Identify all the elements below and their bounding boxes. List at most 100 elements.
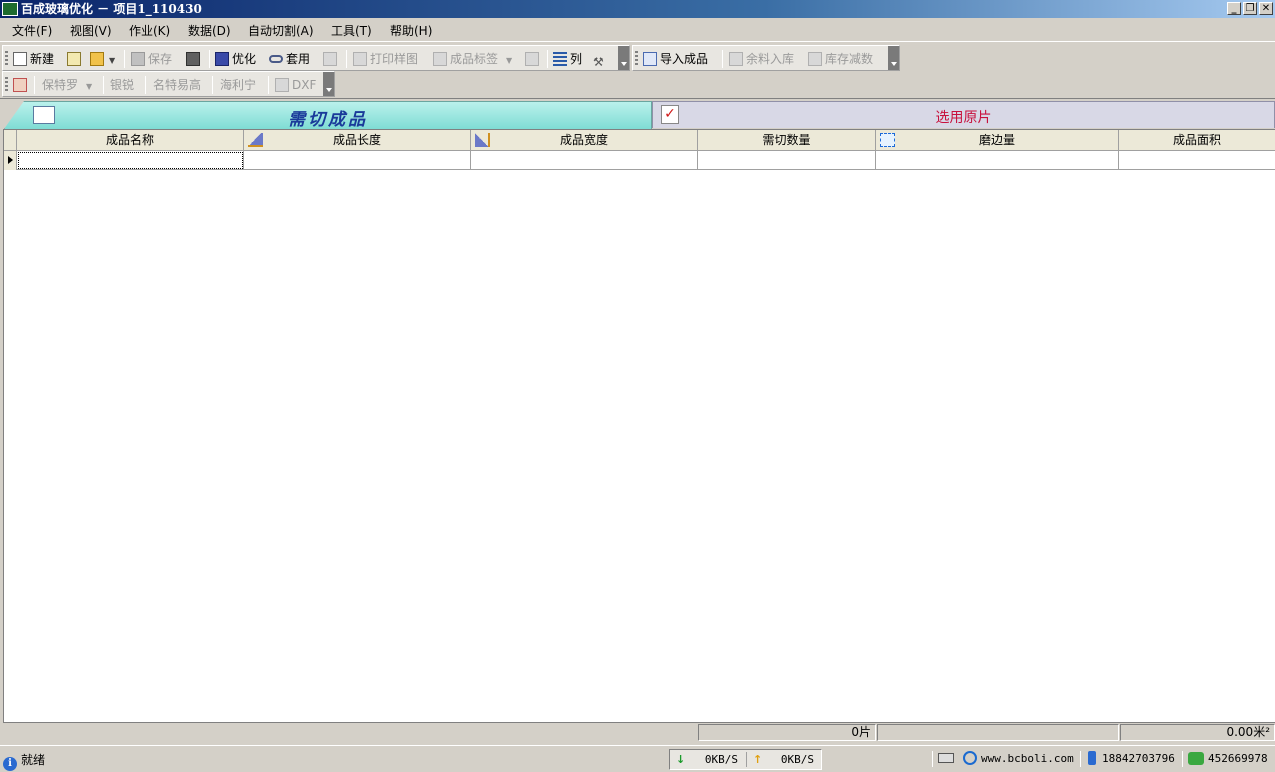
remnant-in-button[interactable]: 余料入库 xyxy=(729,50,794,68)
yinrui-button[interactable]: 银锐 xyxy=(110,76,134,94)
keyboard-status xyxy=(938,751,954,765)
network-speed: ↓ 0KB/S ↑ 0KB/S xyxy=(669,749,822,770)
save-icon xyxy=(131,52,145,66)
minimize-button[interactable]: _ xyxy=(1227,2,1241,15)
cell-quantity[interactable] xyxy=(698,151,876,170)
import-icon xyxy=(643,52,657,66)
menu-tools[interactable]: 工具(T) xyxy=(331,22,372,39)
save-all-button[interactable] xyxy=(186,50,203,68)
column-header-name[interactable]: 成品名称 xyxy=(17,130,244,151)
product-label-button[interactable]: 成品标签 ▼ xyxy=(433,50,512,68)
machine-icon xyxy=(13,78,27,92)
phone-number: 18842703796 xyxy=(1088,751,1175,765)
close-button[interactable]: ✕ xyxy=(1259,2,1273,15)
phone-icon xyxy=(1088,751,1096,765)
download-speed: ↓ 0KB/S xyxy=(676,753,738,766)
save-all-icon xyxy=(186,52,200,66)
total-area: 0.00米² xyxy=(1120,724,1275,741)
toolbar-grip[interactable] xyxy=(635,51,638,67)
menu-bar: 文件(F) 视图(V) 作业(K) 数据(D) 自动切割(A) 工具(T) 帮助… xyxy=(0,18,1275,42)
row-indicator[interactable] xyxy=(4,151,17,170)
edge-grinding-icon xyxy=(880,133,895,147)
menu-data[interactable]: 数据(D) xyxy=(188,22,231,39)
print-sample-button[interactable]: 打印样图 xyxy=(353,50,418,68)
column-header-edge[interactable]: 磨边量 xyxy=(876,130,1119,151)
menu-file[interactable]: 文件(F) xyxy=(12,22,52,39)
link-icon xyxy=(269,55,283,63)
cell-edge[interactable] xyxy=(876,151,1119,170)
column-header-width[interactable]: 成品宽度 xyxy=(471,130,698,151)
machine-button[interactable] xyxy=(13,76,30,94)
toolbar-grip[interactable] xyxy=(5,51,8,67)
title-bar: 百成玻璃优化 － 项目1_110430 _ ❐ ✕ xyxy=(0,0,1275,18)
tab-products-to-cut[interactable]: 需切成品 xyxy=(4,101,652,129)
columns-button[interactable]: 列 xyxy=(553,50,582,68)
menu-job[interactable]: 作业(K) xyxy=(129,22,170,39)
window-title: 百成玻璃优化 － 项目1_110430 xyxy=(21,2,202,16)
chevron-down-icon: ▼ xyxy=(109,56,116,65)
table-row[interactable] xyxy=(4,151,1275,170)
qq-number[interactable]: 452669978 xyxy=(1188,751,1268,765)
chevron-down-icon: ▼ xyxy=(86,82,93,91)
tab-strip: 需切成品 ✓ 选用原片 xyxy=(0,98,1275,129)
mingte-button[interactable]: 名特易高 xyxy=(153,76,201,94)
main-toolbar: 新建 ▼ 保存 优化 套用 打印样图 成品标签 ▼ 列 ⚒ xyxy=(2,45,630,71)
apply-button[interactable]: 套用 xyxy=(269,50,310,68)
baoteluo-button[interactable]: 保特罗 ▼ xyxy=(42,76,92,94)
column-header-area[interactable]: 成品面积 xyxy=(1119,130,1275,151)
copy-button[interactable] xyxy=(67,50,84,68)
products-grid[interactable]: 成品名称 成品长度 成品宽度 需切数量 磨边量 成品面积 xyxy=(3,129,1275,723)
new-button[interactable]: 新建 xyxy=(13,50,54,68)
cell-width[interactable] xyxy=(471,151,698,170)
toolbar-overflow-button[interactable] xyxy=(618,46,629,70)
summary-edge xyxy=(877,724,1119,741)
upload-speed: ↑ 0KB/S xyxy=(746,752,820,767)
columns-icon xyxy=(553,52,567,66)
optimize-button[interactable]: 优化 xyxy=(215,50,256,68)
length-icon xyxy=(248,133,263,147)
app-icon xyxy=(2,2,18,16)
width-icon xyxy=(475,133,490,147)
import-products-button[interactable]: 导入成品 xyxy=(643,50,708,68)
cell-area[interactable] xyxy=(1119,151,1275,170)
cell-length[interactable] xyxy=(244,151,471,170)
chat-icon xyxy=(1188,752,1204,765)
website-link[interactable]: www.bcboli.com xyxy=(963,751,1074,765)
machine-toolbar: 保特罗 ▼ 银锐 名特易高 海利宁 DXF xyxy=(2,71,335,97)
save-button[interactable]: 保存 xyxy=(131,50,172,68)
stock-reduce-button[interactable]: 库存减数 xyxy=(808,50,873,68)
cell-name[interactable] xyxy=(17,151,244,170)
optimize-icon xyxy=(215,52,229,66)
restore-button[interactable]: ❐ xyxy=(1243,2,1257,15)
menu-auto-cut[interactable]: 自动切割(A) xyxy=(248,22,314,39)
menu-help[interactable]: 帮助(H) xyxy=(390,22,432,39)
toolbar-grip[interactable] xyxy=(5,77,8,93)
tools-button[interactable]: ⚒ xyxy=(593,50,607,69)
grid-header: 成品名称 成品长度 成品宽度 需切数量 磨边量 成品面积 xyxy=(4,130,1275,151)
total-pieces: 0片 xyxy=(698,724,876,741)
hammer-wrench-icon: ⚒ xyxy=(593,55,604,69)
summary-bar: 0片 0.00米² xyxy=(3,722,1275,742)
tab-select-raw-sheets[interactable]: ✓ 选用原片 xyxy=(652,101,1275,128)
column-header-quantity[interactable]: 需切数量 xyxy=(698,130,876,151)
info-icon: i xyxy=(3,757,17,771)
toolbar-overflow-button[interactable] xyxy=(323,72,334,96)
remnant-icon xyxy=(729,52,743,66)
grid-button[interactable] xyxy=(323,50,340,68)
row-header-corner xyxy=(4,130,17,151)
dxf-button[interactable]: DXF xyxy=(275,76,316,94)
toolbar-overflow-button[interactable] xyxy=(888,46,899,70)
status-ready: i 就绪 xyxy=(3,751,45,771)
keyboard-icon xyxy=(938,753,954,763)
stock-icon xyxy=(808,52,822,66)
hailining-button[interactable]: 海利宁 xyxy=(220,76,256,94)
open-button[interactable]: ▼ xyxy=(90,50,115,68)
status-bar: i 就绪 ↓ 0KB/S ↑ 0KB/S www.bcboli.com 18842… xyxy=(0,745,1275,772)
menu-view[interactable]: 视图(V) xyxy=(70,22,112,39)
label-icon xyxy=(433,52,447,66)
dxf-icon xyxy=(275,78,289,92)
column-header-length[interactable]: 成品长度 xyxy=(244,130,471,151)
chevron-down-icon: ▼ xyxy=(506,56,513,65)
document-button[interactable] xyxy=(525,50,542,68)
grid-icon xyxy=(323,52,337,66)
